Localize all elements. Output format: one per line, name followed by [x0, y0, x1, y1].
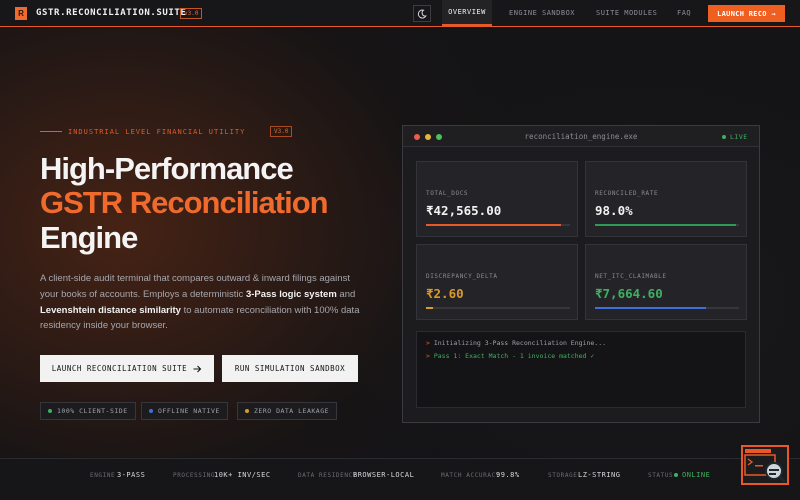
metric-progress-fill [426, 307, 434, 309]
log-line: > Initializing 3-Pass Reconciliation Eng… [426, 339, 606, 347]
metric-card-net-itc-claimable: NET_ITC_CLAIMABLE ₹7,664.60 [585, 244, 747, 320]
theme-toggle-button[interactable] [413, 5, 431, 22]
stat-accuracy-value: 99.8% [496, 471, 520, 479]
blue-dot-icon [149, 409, 153, 413]
stat-engine-value: 3-PASS [117, 471, 146, 479]
desc-highlight-3pass: 3-Pass logic system [245, 288, 337, 300]
log-text: Pass 1: Exact Match - 1 invoice matched … [433, 352, 595, 360]
stat-processing-key: PROCESSING [173, 472, 216, 479]
logo-icon: R [15, 7, 27, 20]
moon-icon [417, 9, 427, 18]
amber-dot-icon [245, 409, 249, 413]
metric-card-total-docs: TOTAL_DOCS ₹42,565.00 [416, 161, 578, 237]
terminal-log: > Initializing 3-Pass Reconciliation Eng… [416, 331, 746, 408]
metric-progress-track [595, 224, 739, 226]
metric-progress-track [595, 307, 739, 309]
tagline-version-badge: V3.0 [270, 126, 293, 137]
badge-label: ZERO DATA LEAKAGE [254, 407, 330, 415]
stat-status-value: ONLINE [674, 471, 710, 479]
metric-label: NET_ITC_CLAIMABLE [595, 273, 667, 280]
terminal-title: reconciliation_engine.exe [524, 132, 638, 141]
tagline: INDUSTRIAL LEVEL FINANCIAL UTILITY [68, 128, 246, 136]
desc-highlight-levenshtein: Levenshtein distance similarity [40, 304, 181, 316]
metric-value: ₹42,565.00 [426, 203, 502, 218]
terminal-search-icon [744, 449, 787, 484]
live-status: LIVE [722, 133, 748, 141]
metric-progress-track [426, 307, 570, 309]
metric-value: ₹2.60 [426, 286, 464, 301]
hero-description: A client-side audit terminal that compar… [40, 271, 370, 334]
log-line: > Pass 1: Exact Match - 1 invoice matche… [426, 352, 594, 360]
stat-residency-value: BROWSER-LOCAL [353, 471, 415, 479]
metric-label: DISCREPANCY_DELTA [426, 273, 498, 280]
nav-link-faq[interactable]: FAQ [677, 0, 691, 26]
badge-client-side: 100% CLIENT-SIDE [40, 402, 136, 420]
metric-label: TOTAL_DOCS [426, 190, 469, 197]
stat-engine-key: ENGINE [90, 472, 116, 479]
metric-progress-fill [426, 224, 562, 226]
tagline-rule [40, 131, 62, 132]
stat-storage-key: STORAGE [548, 472, 578, 479]
version-badge: v3.0 [180, 8, 203, 19]
green-dot-icon [48, 409, 52, 413]
metric-value: 98.0% [595, 203, 633, 218]
metric-progress-track [426, 224, 570, 226]
stat-storage-value: LZ-STRING [578, 471, 621, 479]
stat-processing-value: 10K+ INV/SEC [214, 471, 271, 479]
live-label: LIVE [730, 133, 748, 141]
desc-text: and [336, 288, 356, 300]
status-label: ONLINE [682, 471, 711, 479]
badge-offline-native: OFFLINE NATIVE [141, 402, 228, 420]
badge-zero-data-leakage: ZERO DATA LEAKAGE [237, 402, 338, 420]
badge-label: OFFLINE NATIVE [158, 407, 220, 415]
stats-footer [0, 458, 800, 500]
metric-card-reconciled-rate: RECONCILED_RATE 98.0% [585, 161, 747, 237]
metric-card-discrepancy-delta: DISCREPANCY_DELTA ₹2.60 [416, 244, 578, 320]
arrow-right-icon [193, 365, 202, 372]
launch-suite-label: LAUNCH RECONCILIATION SUITE [51, 364, 188, 373]
hero-title-line-1: High-Performance [40, 151, 294, 186]
launch-reco-button[interactable]: LAUNCH RECO → [708, 5, 785, 22]
hero-title-line-3: Engine [40, 220, 138, 255]
stat-status-key: STATUS [648, 472, 674, 479]
badge-label: 100% CLIENT-SIDE [57, 407, 128, 415]
nav-link-engine-sandbox[interactable]: ENGINE SANDBOX [509, 0, 575, 26]
stat-accuracy-key: MATCH ACCURACY [441, 472, 500, 479]
stat-residency-key: DATA RESIDENCY [298, 472, 357, 479]
terminal-search-widget-button[interactable] [741, 445, 789, 485]
brand-name[interactable]: GSTR.RECONCILIATION.SUITE [36, 8, 186, 18]
hero-title-line-2: GSTR Reconciliation [40, 185, 329, 220]
metric-progress-fill [595, 224, 737, 226]
top-navbar: R GSTR.RECONCILIATION.SUITE v3.0 OVERVIE… [0, 0, 800, 27]
metric-label: RECONCILED_RATE [595, 190, 659, 197]
live-dot-icon [722, 135, 726, 139]
metric-progress-fill [595, 307, 706, 309]
log-prompt: > [426, 352, 430, 360]
log-prompt: > [426, 339, 430, 347]
metric-value: ₹7,664.60 [595, 286, 663, 301]
terminal-titlebar: reconciliation_engine.exe [403, 126, 759, 147]
run-simulation-sandbox-button[interactable]: RUN SIMULATION SANDBOX [222, 355, 358, 382]
nav-link-suite-modules[interactable]: SUITE MODULES [596, 0, 657, 26]
online-dot-icon [674, 473, 678, 477]
nav-link-overview[interactable]: OVERVIEW [442, 0, 492, 26]
launch-reconciliation-suite-button[interactable]: LAUNCH RECONCILIATION SUITE [40, 355, 214, 382]
log-text: Initializing 3-Pass Reconciliation Engin… [433, 339, 607, 347]
